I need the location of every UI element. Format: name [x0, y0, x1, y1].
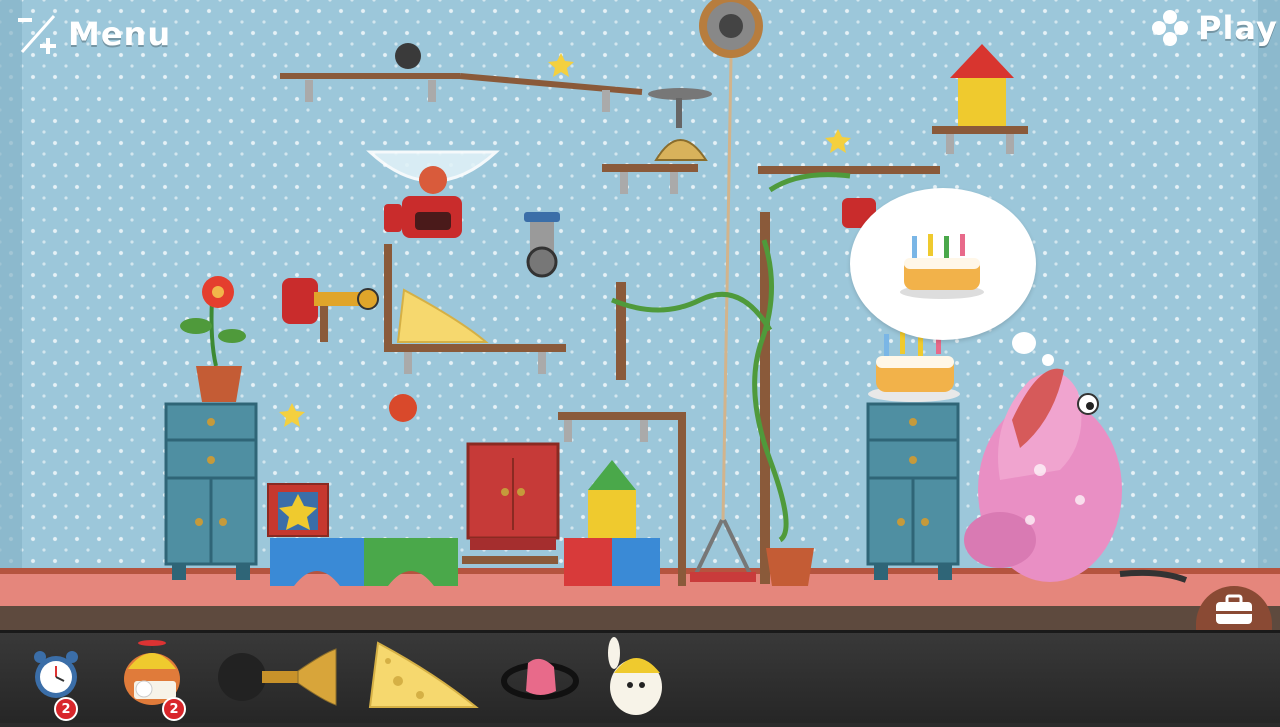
dots-cluster-icon: [1152, 10, 1188, 46]
top-ramp-shelf[interactable]: [280, 73, 643, 112]
gumball-machine[interactable]: [366, 150, 500, 238]
blue-dresser-right[interactable]: [866, 402, 960, 580]
grabber-claw[interactable]: [690, 519, 756, 582]
jack-in-the-box[interactable]: [267, 483, 329, 537]
tray-item-bike-horn[interactable]: [214, 633, 340, 723]
toolbox-button[interactable]: [1196, 586, 1272, 630]
bowling-ball[interactable]: [395, 43, 421, 69]
boxing-glove-spring-icon: [501, 658, 579, 700]
plus-minus-icon: [18, 15, 56, 54]
game-scene: Menu Play: [0, 0, 1280, 630]
bike-horn-icon: [218, 648, 337, 706]
contraption-layer: [164, 0, 1188, 586]
blue-dresser-left[interactable]: [164, 402, 258, 580]
alarm-clock-count-badge: 2: [54, 697, 78, 721]
vine-shelf: [758, 166, 940, 174]
pulley[interactable]: [699, 0, 763, 521]
play-button[interactable]: Play: [1150, 8, 1278, 48]
ivy-vine: [611, 172, 851, 543]
cheese-wedge-icon: [368, 641, 479, 708]
menu-label: Menu: [68, 15, 172, 53]
vine-post-left: [616, 282, 626, 380]
meat-grinder[interactable]: [524, 212, 560, 278]
tray-item-bunny-critter[interactable]: [598, 633, 672, 723]
play-label: Play: [1198, 9, 1278, 47]
bunny-helmet-critter-icon: [608, 637, 662, 715]
cake-thought-icon: [900, 234, 984, 299]
thought-bubble-dot-small: [1042, 354, 1054, 366]
small-plant-pot[interactable]: [766, 548, 814, 586]
orange-ball[interactable]: [389, 394, 417, 422]
weighing-scale[interactable]: [602, 88, 712, 194]
toy-arch-blocks[interactable]: [270, 538, 458, 586]
toy-block-tower[interactable]: [564, 460, 660, 586]
parts-tray: 2 2: [0, 630, 1280, 723]
pink-monster[interactable]: [964, 368, 1188, 583]
thought-bubble: [850, 188, 1036, 340]
menu-button[interactable]: Menu: [16, 12, 171, 56]
crank-pipe[interactable]: [282, 278, 379, 342]
birthday-cake[interactable]: [868, 332, 960, 402]
thought-bubble-dot-large: [1012, 332, 1036, 354]
cheese-wedge[interactable]: [396, 288, 489, 343]
tray-item-glove-spring[interactable]: [500, 633, 580, 723]
tray-item-cheese[interactable]: [364, 633, 482, 723]
tray-item-alarm-clock[interactable]: 2: [26, 633, 86, 723]
birdhouse[interactable]: [932, 44, 1028, 154]
propeller-critter-count-badge: 2: [162, 697, 186, 721]
tray-item-propeller-critter[interactable]: 2: [116, 633, 192, 723]
toolbox-icon: [1216, 594, 1252, 624]
red-cabinet[interactable]: [462, 442, 560, 564]
flower-pot[interactable]: [180, 276, 246, 402]
